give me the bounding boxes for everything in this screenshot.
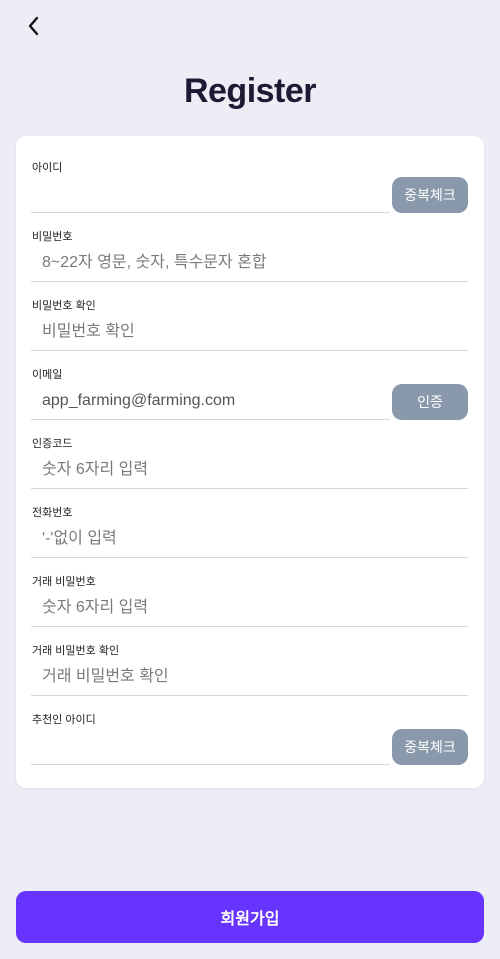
chevron-left-icon [26, 15, 42, 42]
user-id-label: 아이디 [32, 162, 63, 174]
trade-password-confirm-label: 거래 비밀번호 확인 [32, 645, 120, 657]
password-confirm-label: 비밀번호 확인 [32, 300, 96, 312]
password-confirm-input[interactable] [31, 313, 468, 351]
email-input[interactable] [31, 382, 390, 420]
referrer-id-label: 추천인 아이디 [32, 714, 96, 726]
field-phone: 전화번호 [31, 504, 468, 573]
field-user-id: 아이디 중복체크 [31, 159, 468, 228]
trade-password-input[interactable] [31, 589, 468, 627]
field-trade-password: 거래 비밀번호 [31, 573, 468, 642]
email-label: 이메일 [32, 369, 63, 381]
phone-input[interactable] [31, 520, 468, 558]
phone-label: 전화번호 [32, 507, 73, 519]
field-trade-password-confirm: 거래 비밀번호 확인 [31, 642, 468, 711]
field-email: 이메일 인증 [31, 366, 468, 435]
trade-password-label: 거래 비밀번호 [32, 576, 96, 588]
field-password-confirm: 비밀번호 확인 [31, 297, 468, 366]
referrer-id-input[interactable] [31, 727, 390, 765]
field-referrer-id: 추천인 아이디 중복체크 [31, 711, 468, 780]
register-form: 아이디 중복체크 비밀번호 비밀번호 확인 이메일 인증 인증코드 전화번호 거… [16, 136, 484, 788]
verification-code-label: 인증코드 [32, 438, 73, 450]
verification-code-input[interactable] [31, 451, 468, 489]
trade-password-confirm-input[interactable] [31, 658, 468, 696]
password-input[interactable] [31, 244, 468, 282]
password-label: 비밀번호 [32, 231, 73, 243]
back-button[interactable] [18, 12, 50, 44]
email-verify-button[interactable]: 인증 [392, 384, 468, 420]
field-password: 비밀번호 [31, 228, 468, 297]
user-id-duplicate-check-button[interactable]: 중복체크 [392, 177, 468, 213]
page-title: Register [183, 72, 317, 110]
user-id-input[interactable] [31, 175, 390, 213]
referrer-duplicate-check-button[interactable]: 중복체크 [392, 729, 468, 765]
register-submit-button[interactable]: 회원가입 [16, 891, 484, 943]
field-verification-code: 인증코드 [31, 435, 468, 504]
